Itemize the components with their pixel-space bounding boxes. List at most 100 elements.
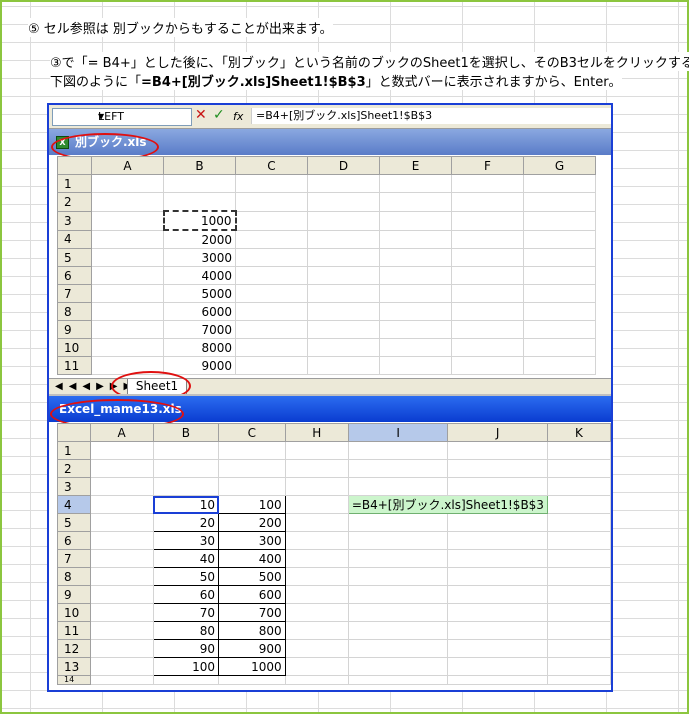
cell[interactable] [523, 174, 596, 193]
cell[interactable] [91, 356, 164, 375]
cell[interactable] [91, 174, 164, 193]
tab-sheet1[interactable]: Sheet1 [127, 379, 187, 395]
row-header[interactable]: 12 [57, 639, 91, 658]
row-header[interactable]: 3 [57, 210, 92, 231]
cell[interactable] [546, 603, 611, 622]
cell[interactable]: 5000 [163, 284, 236, 303]
cell[interactable] [447, 441, 548, 460]
cell[interactable] [307, 338, 380, 357]
select-all-corner[interactable] [57, 423, 91, 442]
column-header[interactable]: A [89, 423, 154, 442]
cell[interactable] [284, 567, 349, 586]
row-header[interactable]: 4 [57, 229, 92, 249]
row-header[interactable]: 1 [57, 174, 92, 193]
name-box[interactable]: LEFT ▼ [52, 108, 192, 126]
cell[interactable] [379, 174, 452, 193]
cell[interactable] [91, 320, 164, 339]
cell[interactable] [347, 441, 449, 460]
insert-function-icon[interactable]: fx [233, 110, 243, 123]
row-header[interactable]: 8 [57, 302, 92, 321]
column-header[interactable]: H [284, 423, 349, 442]
cell[interactable] [89, 639, 154, 658]
cell[interactable] [89, 531, 154, 550]
cell[interactable] [91, 229, 164, 249]
cell[interactable] [546, 549, 611, 568]
cell[interactable] [347, 675, 449, 685]
cell[interactable] [284, 549, 349, 568]
cell[interactable]: 800 [218, 621, 286, 640]
cell[interactable] [235, 174, 308, 193]
cell[interactable] [447, 585, 548, 604]
cell[interactable] [284, 639, 349, 658]
cell[interactable] [451, 174, 524, 193]
row-header[interactable]: 7 [57, 549, 91, 568]
row-header[interactable]: 5 [57, 248, 92, 267]
book1-title-bar[interactable]: X 別ブック.xls [49, 129, 611, 155]
cell[interactable] [379, 338, 452, 357]
cell[interactable] [218, 459, 286, 478]
cell[interactable] [91, 248, 164, 267]
cell[interactable] [379, 284, 452, 303]
cell[interactable]: 90 [152, 639, 220, 658]
cell[interactable] [235, 302, 308, 321]
cell[interactable] [447, 621, 548, 640]
cell[interactable] [235, 229, 308, 249]
cell[interactable] [284, 477, 349, 496]
cell[interactable] [347, 531, 449, 550]
cell[interactable] [379, 210, 452, 231]
cell[interactable] [91, 192, 164, 212]
cell[interactable] [347, 657, 449, 676]
cell[interactable] [307, 284, 380, 303]
cell[interactable] [546, 531, 611, 550]
cell[interactable] [546, 621, 611, 640]
cell[interactable] [347, 603, 449, 622]
cell[interactable] [447, 513, 548, 532]
dropdown-arrow-icon[interactable]: ▼ [98, 109, 188, 125]
cell[interactable] [523, 356, 596, 375]
column-header[interactable]: C [235, 156, 308, 175]
cell[interactable] [347, 567, 449, 586]
cell[interactable] [284, 513, 349, 532]
formula-input[interactable]: =B4+[別ブック.xls]Sheet1!$B$3 [251, 108, 611, 124]
cell[interactable]: 7000 [163, 320, 236, 339]
select-all-corner[interactable] [57, 156, 92, 175]
cell[interactable] [89, 441, 154, 460]
cell[interactable]: 100 [218, 495, 286, 514]
cell[interactable]: 100 [152, 657, 220, 676]
cell[interactable]: 70 [152, 603, 220, 622]
cell[interactable] [347, 513, 449, 532]
cell[interactable] [307, 302, 380, 321]
cell[interactable] [379, 320, 452, 339]
cell[interactable] [89, 477, 154, 496]
cell[interactable] [91, 210, 164, 231]
cell[interactable]: 2000 [163, 229, 236, 249]
cell[interactable]: 600 [218, 585, 286, 604]
cell[interactable] [163, 174, 236, 193]
cell[interactable] [307, 229, 380, 249]
cell[interactable] [235, 248, 308, 267]
cell[interactable] [379, 302, 452, 321]
cell[interactable] [379, 356, 452, 375]
cell[interactable] [284, 495, 349, 514]
cancel-icon[interactable]: ✕ [195, 107, 207, 123]
row-header[interactable]: 10 [57, 603, 91, 622]
cell[interactable] [546, 567, 611, 586]
cell[interactable] [546, 459, 611, 478]
cell[interactable] [451, 266, 524, 285]
cell[interactable] [218, 675, 286, 685]
cell[interactable] [451, 302, 524, 321]
cell[interactable]: 60 [152, 585, 220, 604]
cell[interactable] [89, 549, 154, 568]
cell[interactable] [523, 192, 596, 212]
column-header[interactable]: A [91, 156, 164, 175]
column-header-selected[interactable]: I [347, 423, 449, 442]
cell[interactable] [235, 266, 308, 285]
cell[interactable] [523, 284, 596, 303]
cell[interactable] [89, 603, 154, 622]
cell[interactable] [347, 459, 449, 478]
column-header[interactable]: B [152, 423, 220, 442]
cell[interactable] [235, 356, 308, 375]
row-header[interactable]: 6 [57, 531, 91, 550]
row-header[interactable]: 8 [57, 567, 91, 586]
cell[interactable] [284, 585, 349, 604]
